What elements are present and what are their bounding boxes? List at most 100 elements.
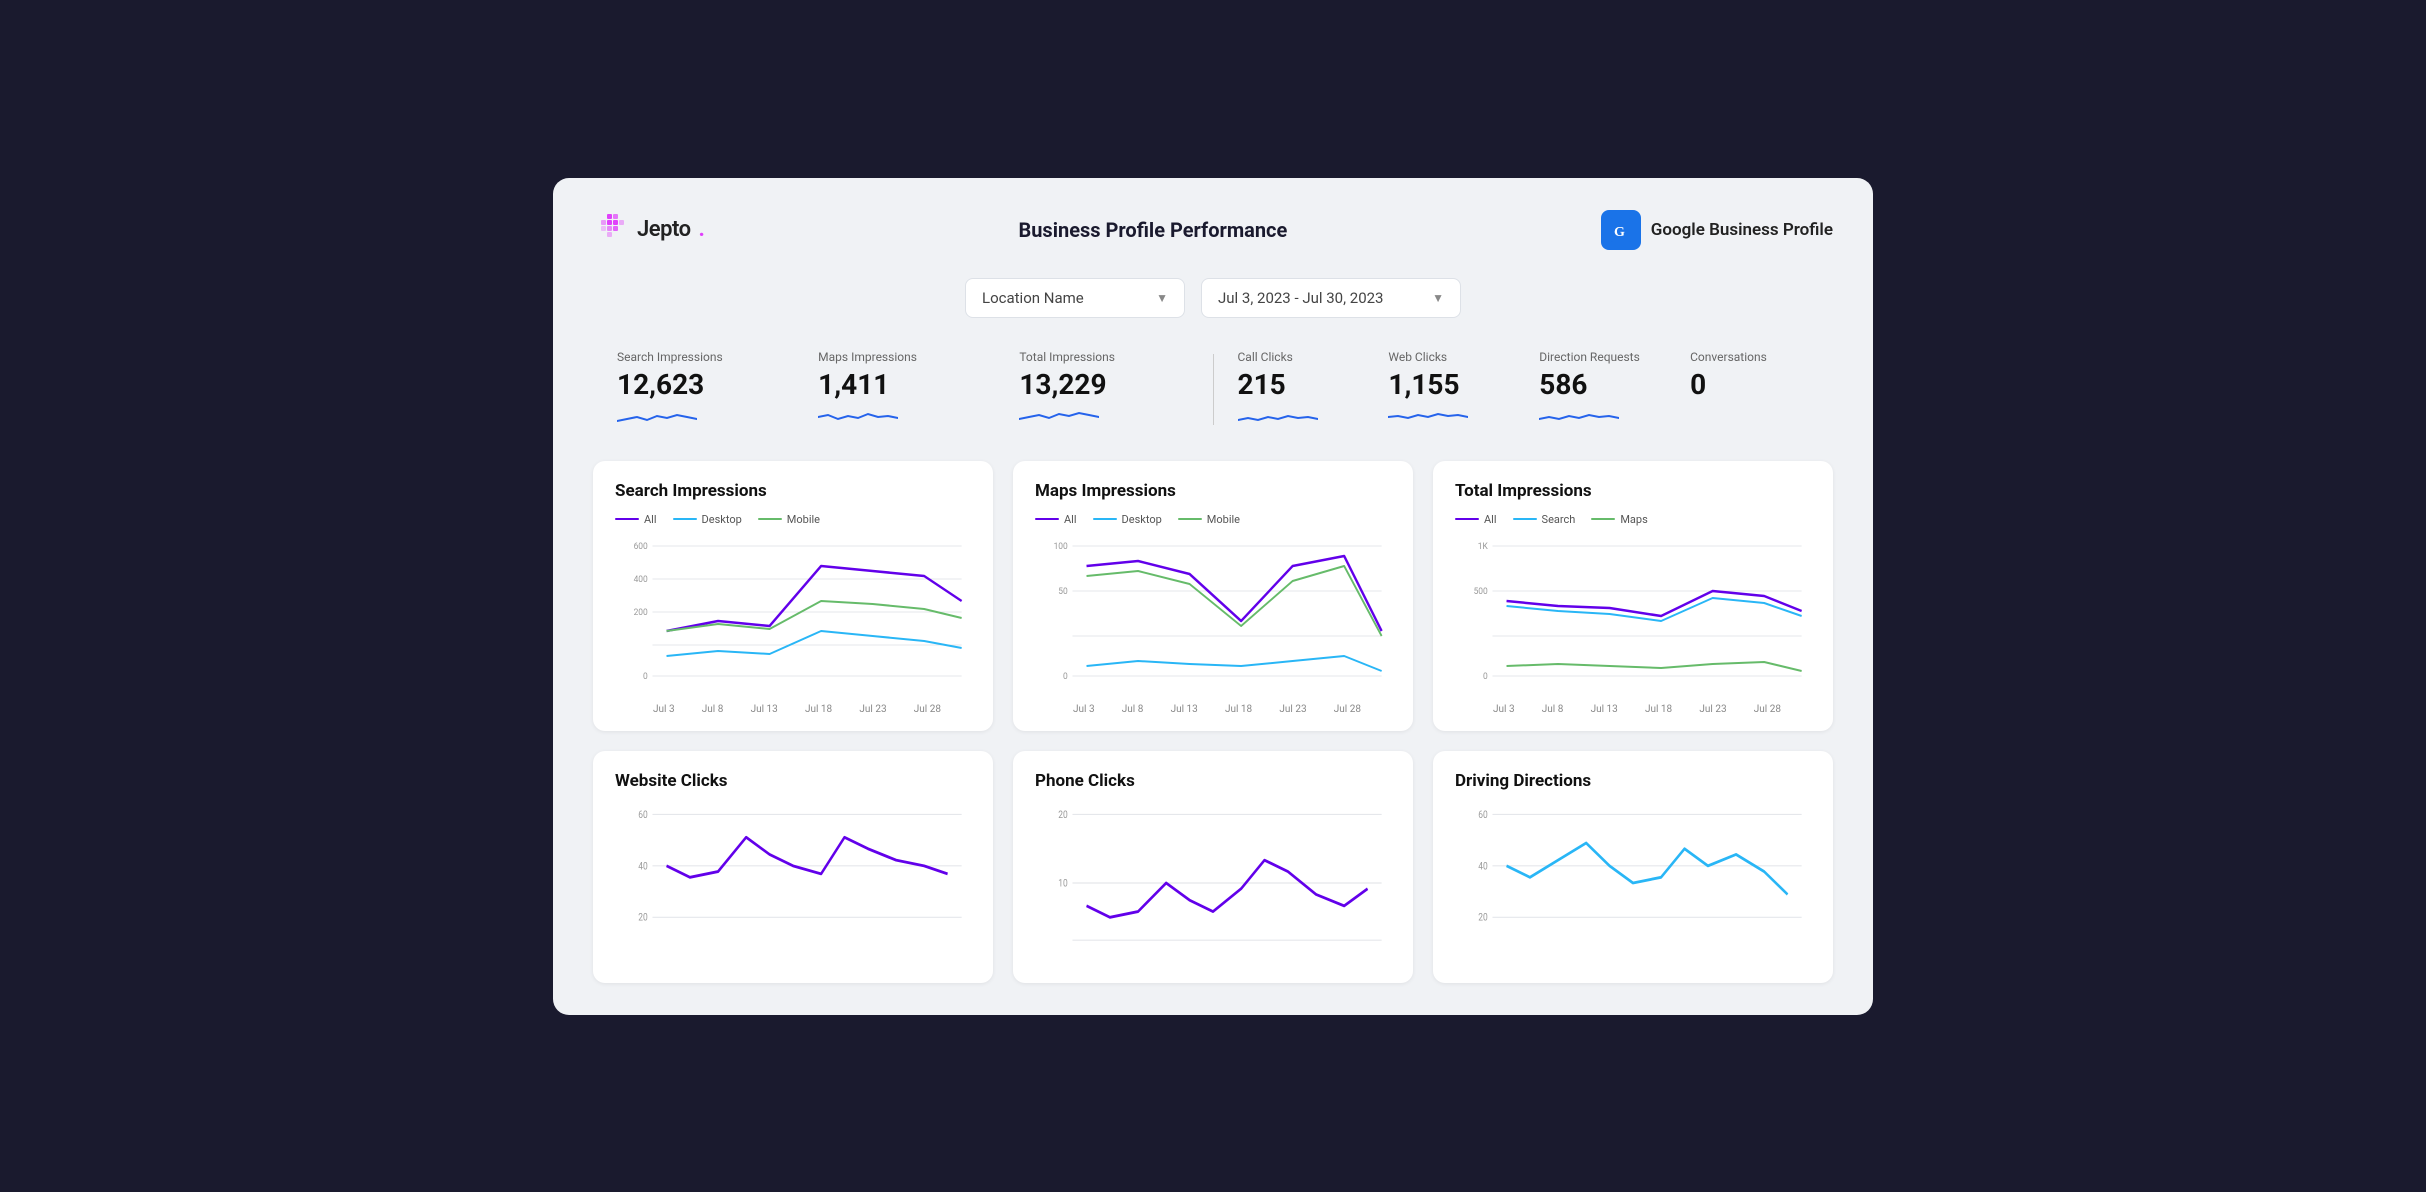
phone-clicks-svg: 20 10 [1035, 803, 1391, 963]
date-range-arrow-icon: ▼ [1432, 291, 1444, 305]
legend-label: Desktop [1122, 513, 1162, 526]
sparkline-direction [1539, 407, 1619, 425]
date-range-select[interactable]: Jul 3, 2023 - Jul 30, 2023 ▼ [1201, 278, 1461, 318]
legend-maps: Maps [1591, 513, 1647, 526]
x-label: Jul 23 [1279, 704, 1306, 715]
legend-line-icon [1035, 518, 1059, 520]
stat-value: 586 [1539, 368, 1658, 401]
stat-web-clicks: Web Clicks 1,155 [1372, 350, 1523, 429]
x-label: Jul 3 [1073, 704, 1095, 715]
x-label: Jul 23 [1699, 704, 1726, 715]
chart-legend: All Desktop Mobile [615, 513, 971, 526]
stats-row: Search Impressions 12,623 Maps Impressio… [593, 350, 1833, 429]
x-labels: Jul 3 Jul 8 Jul 13 Jul 18 Jul 23 Jul 28 [1035, 700, 1391, 715]
maps-impressions-card: Maps Impressions All Desktop Mobile [1013, 461, 1413, 731]
location-select[interactable]: Location Name ▼ [965, 278, 1185, 318]
chart-title: Phone Clicks [1035, 771, 1391, 791]
stat-call-clicks: Call Clicks 215 [1222, 350, 1373, 429]
x-label: Jul 23 [859, 704, 886, 715]
chart-legend: All Search Maps [1455, 513, 1811, 526]
svg-text:20: 20 [1478, 911, 1487, 923]
svg-text:G: G [1614, 225, 1625, 240]
search-impressions-svg: 600 400 200 0 [615, 536, 971, 696]
stat-value: 1,155 [1388, 368, 1507, 401]
phone-clicks-card: Phone Clicks 20 10 [1013, 751, 1413, 983]
svg-text:20: 20 [1058, 809, 1067, 821]
x-label: Jul 3 [1493, 704, 1515, 715]
legend-line-icon [1591, 518, 1615, 520]
legend-all: All [1035, 513, 1077, 526]
x-label: Jul 13 [751, 704, 778, 715]
legend-mobile: Mobile [758, 513, 820, 526]
app-container: Jepto. Business Profile Performance G Go… [553, 178, 1873, 1015]
sparkline-call [1238, 407, 1318, 425]
x-label: Jul 28 [1334, 704, 1361, 715]
driving-directions-svg: 60 40 20 [1455, 803, 1811, 963]
stat-value: 0 [1690, 368, 1809, 401]
svg-text:1K: 1K [1478, 541, 1489, 551]
svg-text:400: 400 [634, 574, 648, 584]
svg-text:50: 50 [1058, 586, 1068, 596]
stat-label: Direction Requests [1539, 350, 1658, 364]
x-label: Jul 8 [1122, 704, 1144, 715]
gbp-badge: G Google Business Profile [1601, 210, 1833, 250]
x-label: Jul 3 [653, 704, 675, 715]
legend-label: Mobile [1207, 513, 1240, 526]
legend-mobile: Mobile [1178, 513, 1240, 526]
chart-title: Website Clicks [615, 771, 971, 791]
clicks-group: Call Clicks 215 Web Clicks 1,155 Directi… [1222, 350, 1826, 429]
legend-line-icon [1178, 518, 1202, 520]
stat-direction-requests: Direction Requests 586 [1523, 350, 1674, 429]
sparkline-web [1388, 407, 1468, 425]
charts-grid: Search Impressions All Desktop Mobile [593, 461, 1833, 983]
website-clicks-card: Website Clicks 60 40 20 [593, 751, 993, 983]
legend-line-icon [758, 518, 782, 520]
header: Jepto. Business Profile Performance G Go… [593, 210, 1833, 250]
svg-text:500: 500 [1474, 586, 1488, 596]
legend-all: All [615, 513, 657, 526]
filters-row: Location Name ▼ Jul 3, 2023 - Jul 30, 20… [593, 278, 1833, 318]
legend-label: All [1064, 513, 1077, 526]
logo: Jepto. [593, 212, 705, 248]
legend-line-icon [673, 518, 697, 520]
stat-label: Web Clicks [1388, 350, 1507, 364]
legend-line-icon [615, 518, 639, 520]
stat-label: Maps Impressions [818, 350, 987, 364]
svg-text:0: 0 [643, 671, 648, 681]
x-labels: Jul 3 Jul 8 Jul 13 Jul 18 Jul 23 Jul 28 [1455, 700, 1811, 715]
legend-line-icon [1455, 518, 1479, 520]
x-labels: Jul 3 Jul 8 Jul 13 Jul 18 Jul 23 Jul 28 [615, 700, 971, 715]
logo-dot: . [699, 217, 705, 242]
x-label: Jul 13 [1591, 704, 1618, 715]
legend-label: Maps [1620, 513, 1647, 526]
search-impressions-card: Search Impressions All Desktop Mobile [593, 461, 993, 731]
location-arrow-icon: ▼ [1156, 291, 1168, 305]
svg-text:40: 40 [638, 860, 647, 872]
stat-label: Total Impressions [1019, 350, 1188, 364]
total-impressions-svg: 1K 500 0 [1455, 536, 1811, 696]
chart-title: Driving Directions [1455, 771, 1811, 791]
maps-impressions-svg: 100 50 0 [1035, 536, 1391, 696]
legend-desktop: Desktop [1093, 513, 1162, 526]
stat-value: 12,623 [617, 368, 786, 401]
legend-label: All [1484, 513, 1497, 526]
chart-title: Maps Impressions [1035, 481, 1391, 501]
logo-text: Jepto [637, 217, 691, 242]
stat-label: Conversations [1690, 350, 1809, 364]
x-label: Jul 28 [914, 704, 941, 715]
stat-total-impressions: Total Impressions 13,229 [1003, 350, 1204, 429]
legend-label: Search [1542, 513, 1576, 526]
gbp-icon: G [1601, 210, 1641, 250]
page-title: Business Profile Performance [1018, 218, 1287, 242]
svg-text:0: 0 [1063, 671, 1068, 681]
chart-title: Total Impressions [1455, 481, 1811, 501]
svg-text:40: 40 [1478, 860, 1487, 872]
stats-divider [1213, 354, 1214, 425]
stat-value: 13,229 [1019, 368, 1188, 401]
chart-title: Search Impressions [615, 481, 971, 501]
x-label: Jul 18 [1645, 704, 1672, 715]
driving-directions-card: Driving Directions 60 40 20 [1433, 751, 1833, 983]
chart-legend: All Desktop Mobile [1035, 513, 1391, 526]
gbp-label: Google Business Profile [1651, 220, 1833, 240]
sparkline-search [617, 407, 697, 425]
